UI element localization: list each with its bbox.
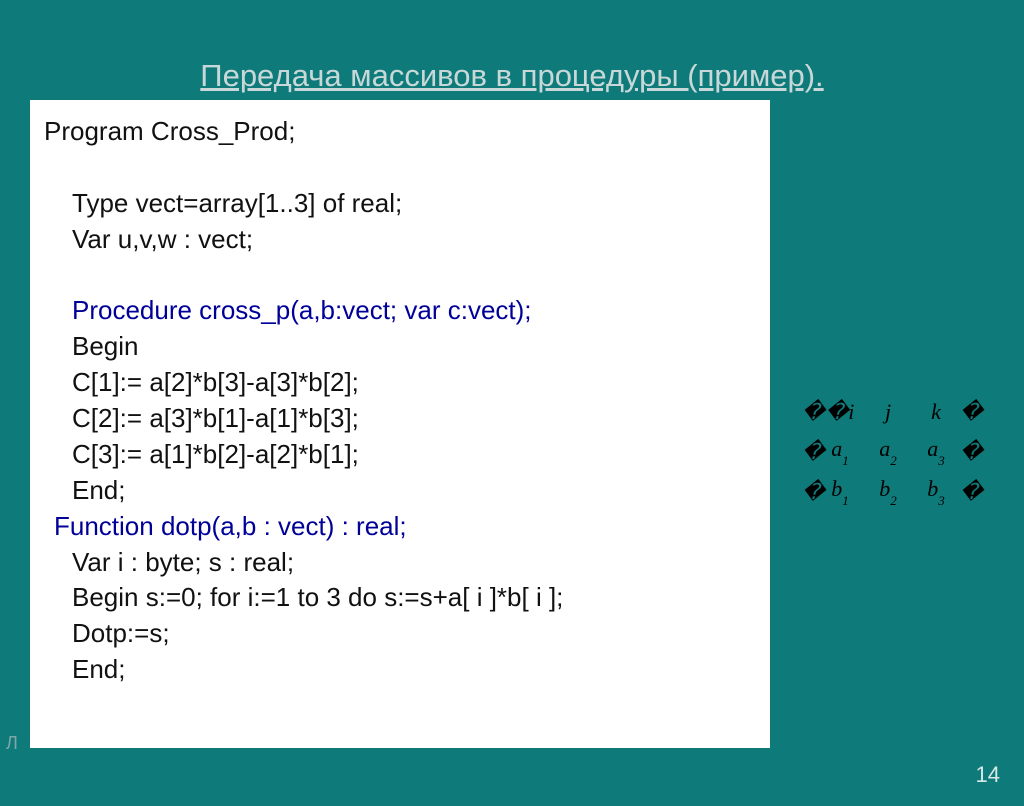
matrix-row: � b1 b2 b3 � xyxy=(802,465,974,505)
matrix-row: � a1 a2 a3 � xyxy=(802,425,974,465)
code-line: C[1]:= a[2]*b[3]-a[3]*b[2]; xyxy=(44,365,756,401)
slide-title: Передача массивов в процедуры (пример). xyxy=(0,58,1024,94)
diamond-icon: � xyxy=(960,399,974,425)
footer-mark: Л xyxy=(6,733,18,754)
diamond-icon: � xyxy=(802,439,816,465)
code-line: Dotp:=s; xyxy=(44,616,756,652)
matrix-row: � �i j k � xyxy=(802,385,974,425)
code-line: C[3]:= a[1]*b[2]-a[2]*b[1]; xyxy=(44,437,756,473)
matrix-cell: k xyxy=(912,399,960,425)
code-line-procedure: Procedure cross_p(a,b:vect; var c:vect); xyxy=(44,293,756,329)
matrix-cell: b3 xyxy=(912,476,960,505)
diamond-icon: � xyxy=(960,479,974,505)
slide-number: 14 xyxy=(976,762,1000,788)
matrix-cell: �i xyxy=(816,399,864,425)
code-line: Type vect=array[1..3] of real; xyxy=(44,186,756,222)
code-line: Var i : byte; s : real; xyxy=(44,545,756,581)
code-line: Begin xyxy=(44,329,756,365)
matrix-cell: a1 xyxy=(816,436,864,465)
code-line: End; xyxy=(44,652,756,688)
matrix-cell: b1 xyxy=(816,476,864,505)
diamond-icon: � xyxy=(802,479,816,505)
code-line: Program Cross_Prod; xyxy=(44,114,756,150)
code-line: Var u,v,w : vect; xyxy=(44,222,756,258)
matrix-cell: a2 xyxy=(864,436,912,465)
matrix-cell: j xyxy=(864,399,912,425)
diamond-icon: � xyxy=(960,439,974,465)
code-line: C[2]:= a[3]*b[1]-a[1]*b[3]; xyxy=(44,401,756,437)
code-box: Program Cross_Prod; Type vect=array[1..3… xyxy=(30,100,770,748)
matrix-cell: b2 xyxy=(864,476,912,505)
code-line-function: Function dotp(a,b : vect) : real; xyxy=(44,509,756,545)
matrix-formula: � �i j k � � a1 a2 a3 � � b1 b2 b3 � xyxy=(802,385,974,505)
code-line: End; xyxy=(44,473,756,509)
code-line: Begin s:=0; for i:=1 to 3 do s:=s+a[ i ]… xyxy=(44,580,756,616)
matrix-cell: a3 xyxy=(912,436,960,465)
diamond-icon: � xyxy=(802,399,816,425)
